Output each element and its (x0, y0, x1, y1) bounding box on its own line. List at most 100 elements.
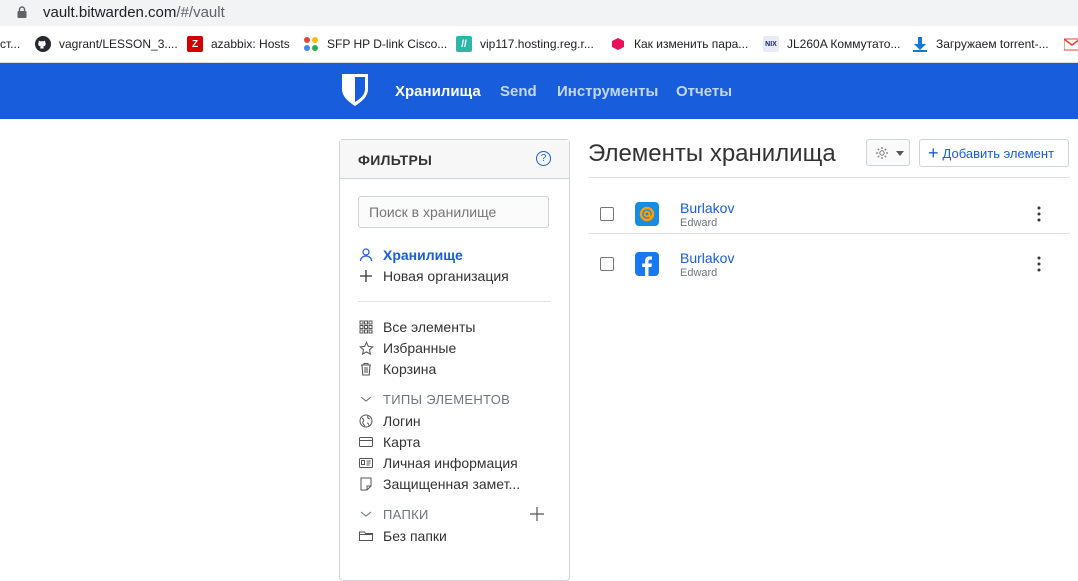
bookmark-item[interactable]: SFP HP D-link Cisco... (303, 35, 447, 53)
types-section-header[interactable]: ТИПЫ ЭЛЕМЕНТОВ (358, 389, 510, 409)
bookmark-item[interactable]: Как изменить пара... (610, 35, 748, 53)
filter-all-items[interactable]: Все элементы (358, 317, 475, 337)
url-path: /#/vault (176, 4, 225, 21)
filter-label: Без папки (383, 528, 447, 544)
divider (358, 301, 551, 302)
globe-icon (358, 413, 374, 429)
nav-send[interactable]: Send (500, 83, 537, 100)
filter-trash[interactable]: Корзина (358, 359, 436, 379)
bookmark-label: SFP HP D-link Cisco... (327, 37, 448, 51)
nav-reports[interactable]: Отчеты (676, 83, 732, 100)
item-username: Edward (680, 217, 718, 229)
download-icon (912, 36, 928, 52)
gear-icon (876, 147, 888, 159)
filters-header: ФИЛЬТРЫ ? (340, 140, 569, 179)
filter-label: Карта (383, 434, 421, 450)
vault-search-input[interactable] (358, 196, 549, 228)
colorful-dots-icon (303, 36, 319, 52)
filter-label: Корзина (383, 361, 437, 377)
reg-icon: // (456, 36, 472, 52)
bookmarks-bar: ст... vagrant/LESSON_3.... Z azabbix: Ho… (0, 26, 1078, 63)
top-navbar: Хранилища Send Инструменты Отчеты (0, 63, 1078, 119)
options-dropdown-button[interactable] (866, 139, 910, 166)
plus-icon: + (928, 143, 939, 163)
bookmark-label: vagrant/LESSON_3.... (59, 37, 178, 51)
trash-icon (358, 361, 374, 377)
chevron-down-icon (358, 391, 374, 407)
bookmark-label: JL260A Коммутато... (787, 37, 901, 51)
item-name-link[interactable]: Burlakov (680, 200, 734, 216)
filters-panel: ФИЛЬТРЫ ? Хранилище Новая организация Вс… (339, 139, 570, 581)
item-checkbox[interactable] (600, 257, 614, 271)
plus-icon (358, 268, 374, 284)
filter-type-identity[interactable]: Личная информация (358, 453, 518, 473)
filter-type-secure-note[interactable]: Защищенная замет... (358, 474, 520, 494)
filter-type-card[interactable]: Карта (358, 432, 420, 452)
vault-item-row[interactable]: Burlakov Edward (588, 233, 1070, 283)
bookmark-label: Загружаем torrent-... (936, 37, 1049, 51)
item-name-link[interactable]: Burlakov (680, 250, 734, 266)
chevron-down-icon (358, 506, 374, 522)
bookmark-label: ст... (0, 37, 21, 51)
bookmark-item[interactable]: NIX JL260A Коммутато... (763, 35, 900, 53)
url-host: vault.bitwarden.com (43, 4, 177, 21)
credit-card-icon (358, 434, 374, 450)
vault-item-row[interactable]: Burlakov Edward (588, 183, 1070, 233)
github-icon (35, 36, 51, 52)
add-item-label: Добавить элемент (942, 145, 1055, 161)
note-icon (358, 476, 374, 492)
id-card-icon (358, 455, 374, 471)
bookmark-item[interactable]: Загружаем torrent-... (912, 35, 1049, 53)
item-username: Edward (680, 267, 718, 279)
bookmark-label: vip117.hosting.reg.r... (480, 37, 594, 51)
more-options-icon[interactable] (1036, 255, 1042, 273)
list-divider (588, 177, 1070, 178)
bookmark-item[interactable]: ст... (0, 35, 20, 53)
filter-label: Защищенная замет... (383, 476, 521, 492)
folders-section-header[interactable]: ПАПКИ (358, 504, 429, 524)
facebook-icon (635, 252, 659, 276)
bitwarden-logo-icon[interactable] (341, 73, 369, 107)
add-folder-icon[interactable] (529, 506, 545, 522)
filters-title: ФИЛЬТРЫ (358, 152, 433, 168)
mail-ru-icon (635, 202, 659, 226)
add-item-button[interactable]: + Добавить элемент (919, 139, 1069, 167)
bookmark-label: Как изменить пара... (634, 37, 749, 51)
bookmark-item[interactable]: vagrant/LESSON_3.... (35, 35, 178, 53)
user-icon (358, 247, 374, 263)
filter-type-login[interactable]: Логин (358, 411, 421, 431)
filter-favorites[interactable]: Избранные (358, 338, 456, 358)
vault-items-title: Элементы хранилища (588, 140, 836, 167)
filter-label: Личная информация (383, 455, 518, 471)
nav-vaults[interactable]: Хранилища (395, 83, 481, 100)
url-text[interactable]: vault.bitwarden.com/#/vault (43, 4, 225, 21)
filter-no-folder[interactable]: Без папки (358, 526, 447, 546)
nav-tools[interactable]: Инструменты (557, 83, 658, 100)
bookmark-label: azabbix: Hosts (211, 37, 290, 51)
filter-label: Избранные (383, 340, 457, 356)
filter-my-vault[interactable]: Хранилище (358, 245, 463, 265)
filter-label: Новая организация (383, 268, 509, 284)
filter-label: Хранилище (383, 247, 463, 263)
filter-label: Логин (383, 413, 421, 429)
address-bar[interactable]: vault.bitwarden.com/#/vault (0, 0, 1078, 26)
bookmark-item[interactable]: // vip117.hosting.reg.r... (456, 35, 594, 53)
nix-icon: NIX (763, 36, 779, 52)
section-label: ТИПЫ ЭЛЕМЕНТОВ (383, 391, 511, 407)
gmail-icon (1064, 36, 1078, 52)
section-label: ПАПКИ (383, 506, 429, 522)
help-icon[interactable]: ? (536, 151, 551, 166)
bookmark-item[interactable]: Z azabbix: Hosts (187, 35, 290, 53)
cube-icon (610, 36, 626, 52)
bookmark-item[interactable] (1064, 35, 1078, 53)
filter-new-organization[interactable]: Новая организация (358, 266, 509, 286)
folder-icon (358, 528, 374, 544)
grid-icon (358, 319, 374, 335)
item-checkbox[interactable] (600, 207, 614, 221)
star-icon (358, 340, 374, 356)
filter-label: Все элементы (383, 319, 476, 335)
zabbix-icon: Z (187, 36, 203, 52)
more-options-icon[interactable] (1036, 205, 1042, 223)
caret-down-icon (896, 151, 904, 156)
lock-icon[interactable] (17, 6, 27, 18)
